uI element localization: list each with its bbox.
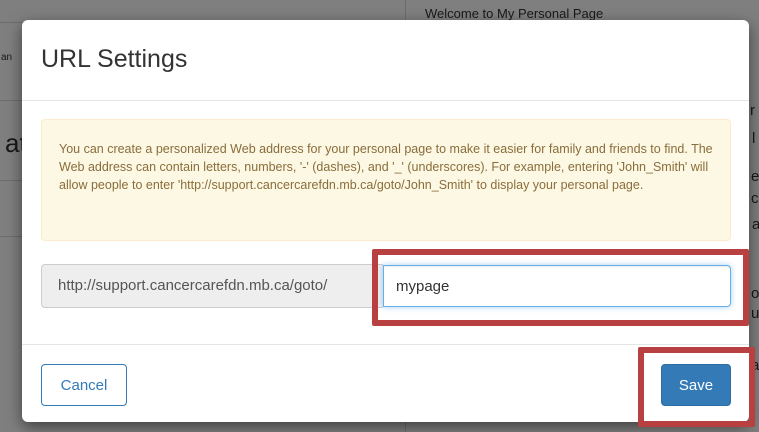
modal-title: URL Settings (41, 45, 188, 73)
save-button-highlight (638, 347, 755, 427)
url-prefix-addon: http://support.cancercarefdn.mb.ca/goto/ (41, 264, 383, 308)
modal-header: URL Settings (22, 20, 749, 101)
cancel-button[interactable]: Cancel (41, 364, 127, 406)
url-info-alert: You can create a personalized Web addres… (41, 119, 731, 241)
url-input-highlight (372, 249, 749, 326)
